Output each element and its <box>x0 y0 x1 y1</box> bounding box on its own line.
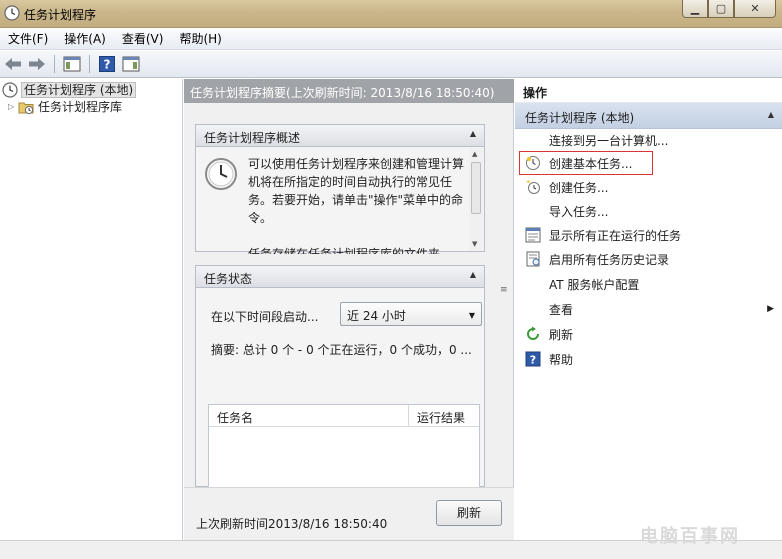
tree-item-task-scheduler-local[interactable]: 任务计划程序 (本地) <box>2 81 137 98</box>
collapse-up-icon[interactable]: ▲ <box>470 129 476 138</box>
console-tree: 任务计划程序 (本地) ▷ 任务计划程序库 <box>0 79 183 559</box>
running-tasks-icon <box>525 227 541 243</box>
menu-bar: 文件(F) 操作(A) 查看(V) 帮助(H) <box>0 28 782 50</box>
period-select[interactable]: 近 24 小时 ▼ <box>340 302 482 326</box>
chevron-down-icon: ▼ <box>468 311 475 320</box>
summary-pane: 任务计划程序摘要(上次刷新时间: 2013/8/16 18:50:40) 任务计… <box>184 79 514 559</box>
action-label: 启用所有任务历史记录 <box>549 252 670 267</box>
action-create-basic-task[interactable]: 创建基本任务... <box>519 151 653 175</box>
actions-group-header[interactable]: 任务计划程序 (本地) ▲ <box>515 103 782 129</box>
help-toolbar-button[interactable]: ? <box>96 54 118 74</box>
help-icon: ? <box>99 56 115 72</box>
svg-text:?: ? <box>104 58 111 72</box>
summary-pane-scrollbar[interactable]: ≡ <box>496 105 512 485</box>
maximize-button[interactable]: ▢ <box>708 0 734 18</box>
title-bar: 任务计划程序 ▁ ▢ ✕ <box>0 0 782 28</box>
action-create-task[interactable]: 创建任务... <box>515 176 782 198</box>
show-hide-action-pane-button[interactable] <box>120 54 142 74</box>
history-icon <box>525 251 541 267</box>
action-refresh[interactable]: 刷新 <box>515 323 782 345</box>
tree-item-label: 任务计划程序 (本地) <box>21 81 137 98</box>
action-pane-icon <box>122 56 140 72</box>
clock-icon <box>2 81 18 98</box>
collapse-up-icon[interactable]: ▲ <box>768 110 774 119</box>
action-label: 刷新 <box>549 327 574 342</box>
scheduler-clock-icon <box>205 158 237 190</box>
menu-file[interactable]: 文件(F) <box>0 30 56 47</box>
watermark: 电脑百事网 <box>640 526 740 547</box>
basic-task-icon <box>525 155 541 171</box>
actions-pane: 操作 任务计划程序 (本地) ▲ 连接到另一台计算机... 创建基本任务... … <box>515 79 782 559</box>
folder-clock-icon <box>18 102 34 114</box>
action-import-task[interactable]: 导入任务... <box>515 200 782 222</box>
scroll-down-icon[interactable]: ▼ <box>472 240 477 248</box>
scroll-up-icon[interactable]: ▲ <box>472 150 477 158</box>
refresh-icon <box>525 326 541 342</box>
status-summary: 摘要: 总计 0 个 - 0 个正在运行，0 个成功，0 ... <box>211 343 472 357</box>
close-icon: ✕ <box>750 2 760 15</box>
forward-button[interactable] <box>26 54 48 74</box>
tree-item-label: 任务计划程序库 <box>38 100 123 114</box>
show-hide-console-tree-button[interactable] <box>61 54 83 74</box>
column-header-task-name[interactable]: 任务名 <box>209 405 409 427</box>
overview-description: 可以使用任务计划程序来创建和管理计算机将在所指定的时间自动执行的常见任务。若要开… <box>248 155 468 254</box>
menu-action[interactable]: 操作(A) <box>56 30 114 47</box>
expand-arrow-icon[interactable]: ▷ <box>8 102 18 111</box>
minimize-icon: ▁ <box>690 2 700 15</box>
refresh-button[interactable]: 刷新 <box>436 500 502 526</box>
submenu-arrow-icon: ▶ <box>767 304 774 314</box>
window-title: 任务计划程序 <box>24 8 97 22</box>
tree-item-task-library[interactable]: ▷ 任务计划程序库 <box>8 98 122 115</box>
actions-title: 操作 <box>515 79 782 103</box>
minimize-button[interactable]: ▁ <box>682 0 708 18</box>
overview-section: 任务计划程序概述 ▲ 可以使用任务计划程序来创建和管理计算机将在所指定的时间自动… <box>195 124 485 254</box>
back-button[interactable] <box>2 54 24 74</box>
close-button[interactable]: ✕ <box>734 0 776 18</box>
help-icon: ? <box>525 351 541 367</box>
overview-section-header[interactable]: 任务计划程序概述 ▲ <box>196 125 484 147</box>
period-label: 在以下时间段启动... <box>211 310 319 324</box>
action-view[interactable]: 查看 ▶ <box>515 298 782 320</box>
toolbar: ? <box>0 51 782 78</box>
summary-header: 任务计划程序摘要(上次刷新时间: 2013/8/16 18:50:40) <box>184 79 514 103</box>
action-label: 查看 <box>549 302 574 317</box>
console-tree-icon <box>63 56 81 72</box>
action-help[interactable]: ? 帮助 <box>515 348 782 370</box>
maximize-icon: ▢ <box>715 2 727 15</box>
task-status-section: 任务状态 ▲ 在以下时间段启动... 近 24 小时 ▼ 摘要: 总计 0 个 … <box>195 265 485 488</box>
scroll-thumb[interactable] <box>471 162 481 214</box>
action-label: 显示所有正在运行的任务 <box>549 228 682 243</box>
actions-group-label: 任务计划程序 (本地) <box>525 111 635 125</box>
overview-description-continued: 任务存储在任务计划程序库的文件夹 <box>248 247 441 254</box>
menu-help[interactable]: 帮助(H) <box>171 30 229 47</box>
toolbar-separator <box>54 55 55 73</box>
forward-arrow-icon <box>29 58 45 70</box>
action-label: 创建任务... <box>549 180 609 195</box>
scroll-grip-icon[interactable]: ≡ <box>500 285 508 295</box>
svg-text:?: ? <box>530 354 536 367</box>
action-label: 帮助 <box>549 352 574 367</box>
task-icon <box>525 179 541 195</box>
action-label: 创建基本任务... <box>549 156 633 171</box>
action-label: AT 服务帐户配置 <box>549 277 640 292</box>
action-at-service-config[interactable]: AT 服务帐户配置 <box>515 273 782 295</box>
toolbar-separator <box>89 55 90 73</box>
action-label: 连接到另一台计算机... <box>549 133 669 148</box>
action-show-running-tasks[interactable]: 显示所有正在运行的任务 <box>515 224 782 246</box>
task-status-table: 任务名 运行结果 <box>208 404 480 488</box>
action-connect-computer[interactable]: 连接到另一台计算机... <box>515 129 782 151</box>
overview-scrollbar[interactable]: ▲ ▼ <box>469 148 483 250</box>
clock-icon <box>4 5 20 21</box>
action-enable-history[interactable]: 启用所有任务历史记录 <box>515 248 782 270</box>
collapse-up-icon[interactable]: ▲ <box>470 270 476 279</box>
task-status-header[interactable]: 任务状态 ▲ <box>196 266 484 288</box>
action-label: 导入任务... <box>549 204 609 219</box>
task-status-title: 任务状态 <box>204 272 253 286</box>
overview-title: 任务计划程序概述 <box>204 131 301 145</box>
menu-view[interactable]: 查看(V) <box>114 30 172 47</box>
last-refresh-time: 上次刷新时间2013/8/16 18:50:40 <box>196 517 388 531</box>
period-select-value: 近 24 小时 <box>347 309 406 323</box>
back-arrow-icon <box>5 58 21 70</box>
column-header-run-result[interactable]: 运行结果 <box>409 405 479 427</box>
